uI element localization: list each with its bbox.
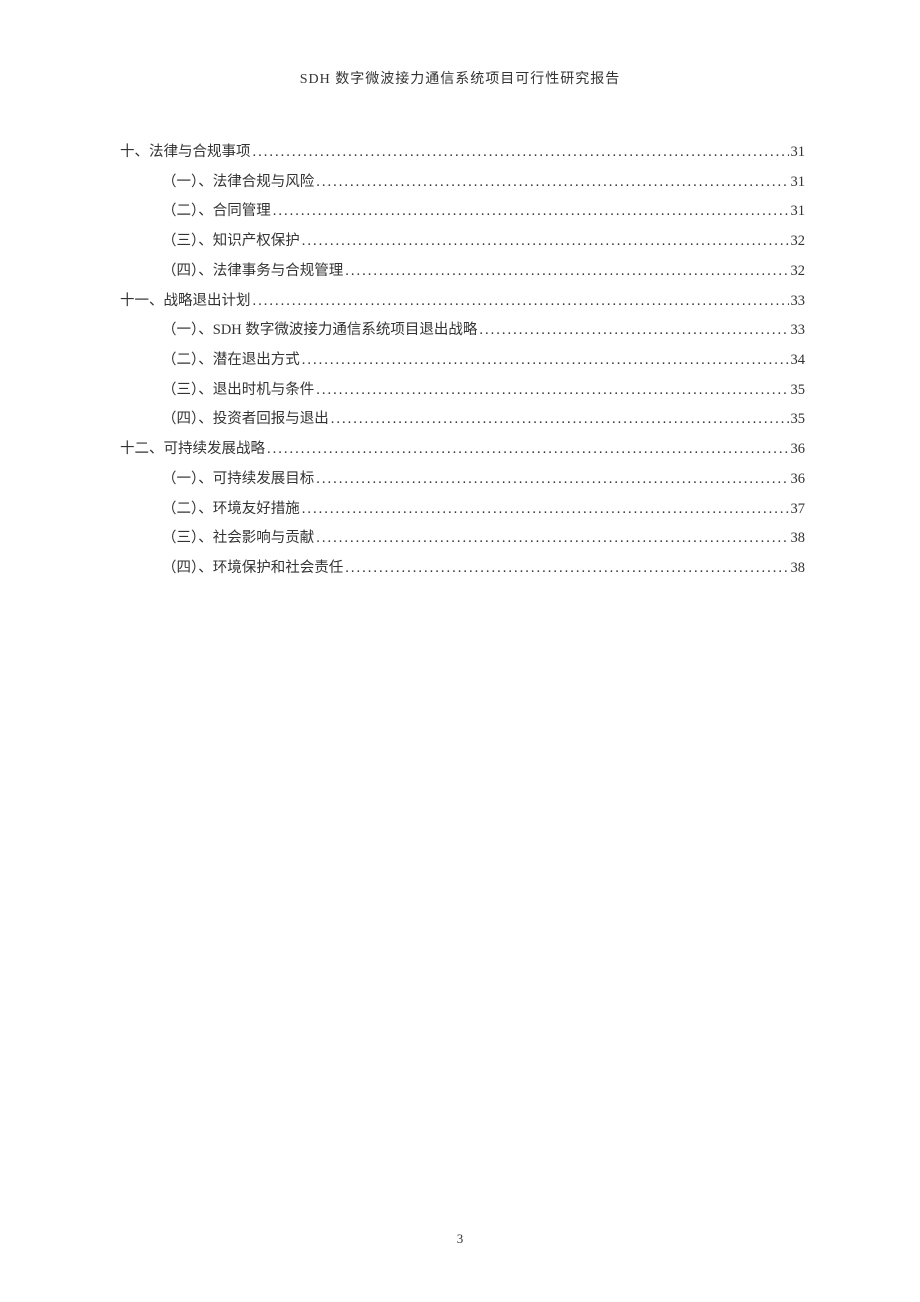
- toc-entry-page: 34: [791, 346, 806, 376]
- page-number-value: 3: [457, 1231, 464, 1246]
- toc-entry-label: （二）、合同管理: [162, 197, 271, 227]
- toc-entry-label: （一）、可持续发展目标: [162, 465, 314, 495]
- toc-entry: （四）、法律事务与合规管理 32: [120, 257, 805, 287]
- toc-entry-dots: [302, 495, 789, 525]
- toc-entry-label: （一）、SDH 数字微波接力通信系统项目退出战略: [162, 316, 477, 346]
- toc-entry-dots: [253, 138, 789, 168]
- toc-entry-dots: [345, 554, 788, 584]
- toc-entry-label: （二）、潜在退出方式: [162, 346, 300, 376]
- toc-entry-label: 十、法律与合规事项: [120, 138, 251, 168]
- toc-entry: （一）、可持续发展目标 36: [120, 465, 805, 495]
- toc-entry-label: （三）、知识产权保护: [162, 227, 300, 257]
- toc-entry-label: （二）、环境友好措施: [162, 495, 300, 525]
- toc-entry: 十、法律与合规事项 31: [120, 138, 805, 168]
- toc-entry: 十一、战略退出计划 33: [120, 287, 805, 317]
- toc-entry: 十二、可持续发展战略 36: [120, 435, 805, 465]
- toc-entry-page: 32: [791, 227, 806, 257]
- toc-entry-dots: [331, 405, 789, 435]
- toc-entry-page: 36: [791, 435, 806, 465]
- page-header: SDH 数字微波接力通信系统项目可行性研究报告: [0, 0, 920, 88]
- toc-entry-dots: [316, 465, 788, 495]
- toc-entry-label: （四）、法律事务与合规管理: [162, 257, 343, 287]
- toc-entry-page: 35: [791, 405, 806, 435]
- toc-entry-dots: [302, 227, 789, 257]
- toc-entry-page: 37: [791, 495, 806, 525]
- toc-entry-page: 35: [791, 376, 806, 406]
- toc-entry-page: 33: [791, 287, 806, 317]
- toc-entry-page: 33: [791, 316, 806, 346]
- toc-entry-dots: [316, 376, 788, 406]
- toc-entry-page: 32: [791, 257, 806, 287]
- toc-entry-page: 31: [791, 138, 806, 168]
- toc-entry-page: 31: [791, 197, 806, 227]
- toc-entry-dots: [316, 168, 788, 198]
- toc-entry-label: （三）、退出时机与条件: [162, 376, 314, 406]
- toc-entry: （三）、社会影响与贡献 38: [120, 524, 805, 554]
- toc-entry-page: 38: [791, 524, 806, 554]
- header-title: SDH 数字微波接力通信系统项目可行性研究报告: [300, 72, 621, 87]
- toc-entry-dots: [253, 287, 789, 317]
- toc-entry-page: 31: [791, 168, 806, 198]
- toc-entry: （四）、投资者回报与退出 35: [120, 405, 805, 435]
- toc-entry-label: （四）、投资者回报与退出: [162, 405, 329, 435]
- toc-entry-dots: [479, 316, 788, 346]
- toc-entry-dots: [267, 435, 789, 465]
- toc-entry: （三）、退出时机与条件 35: [120, 376, 805, 406]
- toc-entry-page: 38: [791, 554, 806, 584]
- toc-entry: （二）、潜在退出方式 34: [120, 346, 805, 376]
- toc-entry: （二）、环境友好措施 37: [120, 495, 805, 525]
- toc-entry-page: 36: [791, 465, 806, 495]
- toc-entry: （四）、环境保护和社会责任 38: [120, 554, 805, 584]
- page-number: 3: [0, 1231, 920, 1247]
- toc-entry: （一）、法律合规与风险 31: [120, 168, 805, 198]
- toc-entry-dots: [273, 197, 789, 227]
- toc-entry-dots: [345, 257, 788, 287]
- toc-entry: （三）、知识产权保护 32: [120, 227, 805, 257]
- toc-entry: （二）、合同管理 31: [120, 197, 805, 227]
- toc-entry-label: 十二、可持续发展战略: [120, 435, 265, 465]
- toc-entry-label: （四）、环境保护和社会责任: [162, 554, 343, 584]
- toc-entry-dots: [302, 346, 789, 376]
- toc-entry-label: 十一、战略退出计划: [120, 287, 251, 317]
- toc-entry: （一）、SDH 数字微波接力通信系统项目退出战略 33: [120, 316, 805, 346]
- toc-entry-dots: [316, 524, 788, 554]
- table-of-contents: 十、法律与合规事项31（一）、法律合规与风险31（二）、合同管理31（三）、知识…: [0, 88, 920, 584]
- toc-entry-label: （三）、社会影响与贡献: [162, 524, 314, 554]
- toc-entry-label: （一）、法律合规与风险: [162, 168, 314, 198]
